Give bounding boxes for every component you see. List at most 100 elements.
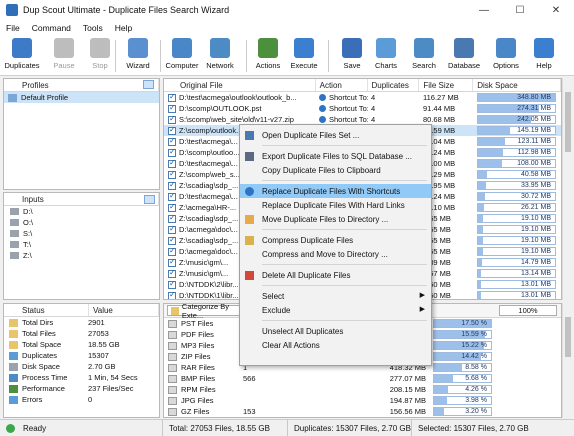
toolbar-database-button[interactable]: Database (444, 38, 484, 74)
menu-item-compress-and-move-to-directory[interactable]: Compress and Move to Directory ... (240, 247, 431, 261)
menu-item-select[interactable]: Select ▶ (240, 289, 431, 303)
menu-item-exclude[interactable]: Exclude ▶ (240, 303, 431, 317)
menu-item-label: Replace Duplicate Files With Shortcuts (262, 186, 401, 196)
input-item[interactable]: T:\ (4, 239, 159, 250)
col-original-file[interactable]: Original File (164, 79, 316, 91)
file-checkbox[interactable] (168, 225, 176, 234)
disk-space-bar: 145.19 MB (477, 126, 556, 135)
toolbar-help-button[interactable]: Help (524, 38, 564, 74)
input-item[interactable]: D:\ (4, 206, 159, 217)
file-checkbox[interactable] (168, 192, 176, 201)
file-checkbox[interactable] (168, 247, 176, 256)
stat-label: Total Files (22, 329, 56, 338)
input-item[interactable]: Z:\ (4, 250, 159, 261)
toolbar-pause-button[interactable]: Pause (44, 38, 84, 74)
col-disk-space[interactable]: Disk Space (473, 79, 561, 91)
toolbar-wizard-button[interactable]: Wizard (118, 38, 158, 74)
menu-item-copy-duplicate-files-to-clipboard[interactable]: Copy Duplicate Files to Clipboard (240, 163, 431, 177)
file-checkbox[interactable] (168, 93, 176, 102)
toolbar-duplicates-button[interactable]: Duplicates (2, 38, 42, 74)
file-name: D:\test\acmega\... (179, 137, 238, 146)
menu-item-delete-all-duplicate-files[interactable]: Delete All Duplicate Files (240, 268, 431, 282)
toolbar-stop-button[interactable]: Stop (80, 38, 120, 74)
maximize-button[interactable]: ☐ (502, 0, 538, 20)
category-percent-bar: 17.50 % (433, 319, 492, 328)
toolbar-actions-button[interactable]: Actions (248, 38, 288, 74)
category-name: JPG Files (181, 396, 214, 405)
shortcut-action-icon (319, 116, 326, 123)
files-scrollbar[interactable] (562, 78, 573, 300)
menu-item-replace-duplicate-files-with-hard-links[interactable]: Replace Duplicate Files With Hard Links (240, 198, 431, 212)
col-action[interactable]: Action (316, 79, 368, 91)
menu-item-unselect-all-duplicates[interactable]: Unselect All Duplicates (240, 324, 431, 338)
file-name: Z:\scadiag\sdp_... (179, 236, 239, 245)
file-checkbox[interactable] (168, 170, 176, 179)
menu-item-export-duplicate-files-to-sql-database[interactable]: Export Duplicate Files to SQL Database .… (240, 149, 431, 163)
files-scrollbar-thumb[interactable] (565, 92, 571, 152)
toolbar-network-button[interactable]: Network (200, 38, 240, 74)
file-name: Z:\acmega\HR-... (179, 203, 237, 212)
status-selected: Selected: 15307 Files, 2.70 GB (418, 423, 529, 433)
category-size: 156.56 MB (389, 407, 426, 416)
menu-file[interactable]: File (6, 23, 20, 33)
toolbar-computer-button[interactable]: Computer (162, 38, 202, 74)
file-checkbox[interactable] (168, 258, 176, 267)
menu-item-compress-duplicate-files[interactable]: Compress Duplicate Files (240, 233, 431, 247)
file-checkbox[interactable] (168, 269, 176, 278)
categories-scrollbar-thumb[interactable] (565, 317, 571, 357)
menu-item-label: Compress Duplicate Files (262, 235, 354, 245)
toolbar-charts-button[interactable]: Charts (366, 38, 406, 74)
file-checkbox[interactable] (168, 115, 176, 124)
menu-tools[interactable]: Tools (83, 23, 103, 33)
input-item[interactable]: S:\ (4, 228, 159, 239)
file-checkbox[interactable] (168, 280, 176, 289)
toolbar-wizard-label: Wizard (126, 61, 150, 70)
category-name: PST Files (181, 319, 214, 328)
menu-item-clear-all-actions[interactable]: Clear All Actions (240, 338, 431, 352)
minimize-button[interactable]: — (466, 0, 502, 20)
close-button[interactable]: ✕ (538, 0, 574, 20)
file-checkbox[interactable] (168, 137, 176, 146)
category-percent-bar: 5.68 % (433, 374, 492, 383)
file-checkbox[interactable] (168, 181, 176, 190)
category-percent-bar: 3.98 % (433, 396, 492, 405)
menu-command[interactable]: Command (32, 23, 71, 33)
file-checkbox[interactable] (168, 126, 176, 135)
col-duplicates[interactable]: Duplicates (368, 79, 420, 91)
category-row[interactable]: BMP Files 566 277.07 MB 5.68 % (164, 373, 561, 384)
category-name: ZIP Files (181, 352, 211, 361)
categories-scrollbar[interactable] (562, 303, 573, 418)
disk-space-bar: 112.98 MB (477, 148, 556, 157)
file-row[interactable]: D:\test\acmega\outlook\outlook_b... Short… (164, 92, 561, 103)
category-row[interactable]: JPG Files 194.87 MB 3.98 % (164, 395, 561, 406)
file-checkbox[interactable] (168, 291, 176, 299)
toolbar-execute-button[interactable]: Execute (284, 38, 324, 74)
category-row[interactable]: RPM Files 208.15 MB 4.26 % (164, 384, 561, 395)
menu-item-replace-duplicate-files-with-shortcuts[interactable]: Replace Duplicate Files With Shortcuts (240, 184, 431, 198)
menu-item-move-duplicate-files-to-directory[interactable]: Move Duplicate Files to Directory ... (240, 212, 431, 226)
menu-item-label: Move Duplicate Files to Directory ... (262, 214, 389, 224)
zoom-dropdown[interactable]: 100% (499, 305, 557, 316)
file-checkbox[interactable] (168, 104, 176, 113)
files-header: Original File Action Duplicates File Siz… (164, 79, 561, 92)
menu-item-open-duplicate-files-set[interactable]: Open Duplicate Files Set ... (240, 128, 431, 142)
file-checkbox[interactable] (168, 236, 176, 245)
category-row[interactable]: GZ Files 153 156.56 MB 3.20 % (164, 406, 561, 417)
input-item[interactable]: O:\ (4, 217, 159, 228)
file-checkbox[interactable] (168, 203, 176, 212)
file-checkbox[interactable] (168, 148, 176, 157)
add-input-button[interactable] (144, 195, 155, 204)
add-profile-button[interactable] (143, 80, 154, 89)
file-checkbox[interactable] (168, 159, 176, 168)
toolbar-search-button[interactable]: Search (404, 38, 444, 74)
menu-help[interactable]: Help (115, 23, 132, 33)
file-row[interactable]: D:\scomp\OUTLOOK.pst Shortcut To:...4 91.4… (164, 103, 561, 114)
toolbar-options-button[interactable]: Options (486, 38, 526, 74)
profile-item[interactable]: Default Profile (4, 92, 159, 103)
submenu-arrow-icon: ▶ (419, 292, 425, 299)
menu-item-label: Select (262, 291, 285, 301)
categorize-dropdown[interactable]: Categorize By Exte... (167, 304, 245, 320)
file-checkbox[interactable] (168, 214, 176, 223)
col-file-size[interactable]: File Size (419, 79, 474, 91)
category-count: 566 (243, 374, 256, 383)
